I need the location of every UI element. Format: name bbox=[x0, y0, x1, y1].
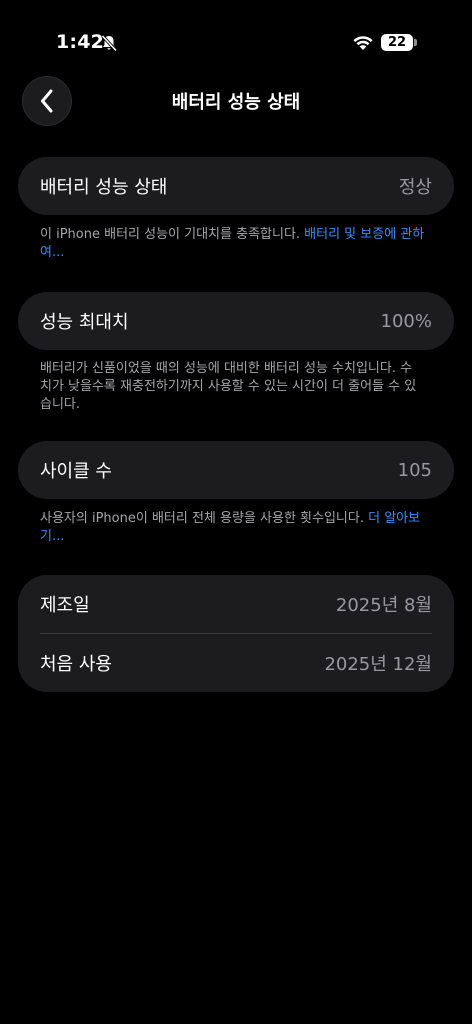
battery-tip bbox=[414, 39, 417, 46]
cycle-count-label: 사이클 수 bbox=[40, 461, 112, 482]
cycle-count-card: 사이클 수 105 bbox=[18, 441, 454, 499]
battery-health-row: 배터리 성능 상태 정상 bbox=[18, 157, 454, 215]
max-capacity-card: 성능 최대치 100% bbox=[18, 292, 454, 350]
manufacture-date-value: 2025년 8월 bbox=[335, 595, 432, 616]
manufacture-date-row: 제조일 2025년 8월 bbox=[18, 575, 454, 633]
first-use-label: 처음 사용 bbox=[40, 654, 112, 675]
first-use-row: 처음 사용 2025년 12월 bbox=[18, 634, 454, 692]
battery-health-label: 배터리 성능 상태 bbox=[40, 177, 168, 198]
cycle-count-footnote-text: 사용자의 iPhone이 배터리 전체 용량을 사용한 횟수입니다. bbox=[40, 511, 369, 526]
max-capacity-footnote: 배터리가 신품이었을 때의 성능에 대비한 배터리 성능 수치입니다. 수치가 … bbox=[40, 360, 420, 414]
battery-icon: 22 bbox=[381, 34, 413, 51]
max-capacity-footnote-text: 배터리가 신품이었을 때의 성능에 대비한 배터리 성능 수치입니다. 수치가 … bbox=[40, 361, 417, 412]
battery-health-card: 배터리 성능 상태 정상 bbox=[18, 157, 454, 215]
battery-health-footnote: 이 iPhone 배터리 성능이 기대치를 충족합니다. 배터리 및 보증에 관… bbox=[40, 226, 430, 262]
battery-health-value: 정상 bbox=[398, 177, 432, 198]
manufacture-date-label: 제조일 bbox=[40, 595, 90, 616]
page-title: 배터리 성능 상태 bbox=[171, 92, 301, 113]
max-capacity-label: 성능 최대치 bbox=[40, 312, 129, 333]
bell-slash-icon bbox=[101, 34, 118, 52]
battery-health-footnote-text: 이 iPhone 배터리 성능이 기대치를 충족합니다. bbox=[40, 227, 305, 242]
cycle-count-value: 105 bbox=[397, 459, 432, 481]
max-capacity-row: 성능 최대치 100% bbox=[18, 292, 454, 350]
cycle-count-row: 사이클 수 105 bbox=[18, 441, 454, 499]
battery-health-screen: 1:42 22 배터리 성능 상태 배터리 성능 상태 정상 이 iPhone bbox=[0, 0, 472, 1024]
status-time: 1:42 bbox=[56, 31, 105, 53]
first-use-value: 2025년 12월 bbox=[324, 654, 432, 675]
status-bar: 1:42 22 bbox=[0, 0, 472, 86]
cycle-count-footnote: 사용자의 iPhone이 배터리 전체 용량을 사용한 횟수입니다. 더 알아보… bbox=[40, 510, 430, 546]
battery-level-text: 22 bbox=[387, 35, 407, 50]
dates-card: 제조일 2025년 8월 처음 사용 2025년 12월 bbox=[18, 575, 454, 692]
max-capacity-value: 100% bbox=[380, 310, 432, 332]
wifi-icon bbox=[353, 36, 373, 50]
